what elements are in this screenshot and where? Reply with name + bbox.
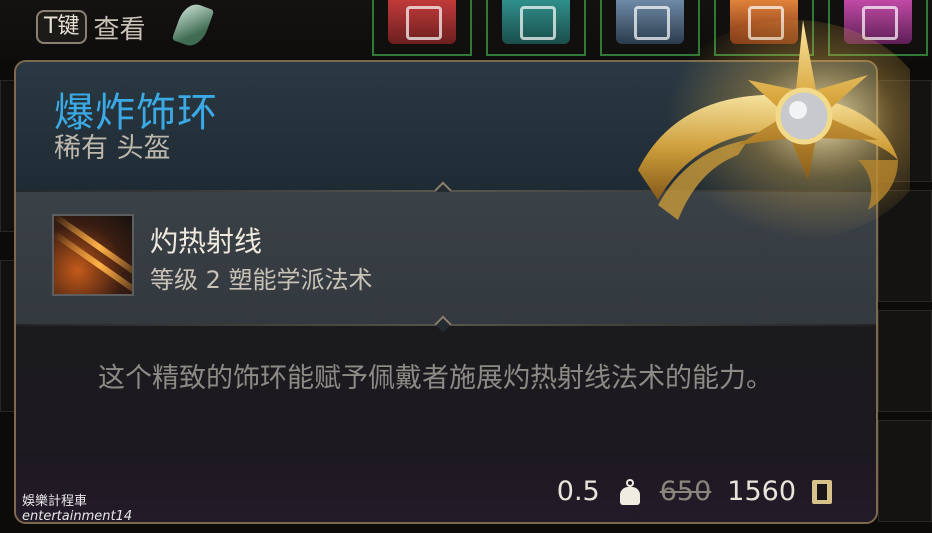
weight-value: 0.5	[556, 476, 600, 507]
scroll-slot-2[interactable]	[486, 0, 586, 56]
inspect-hint: T键 查看	[36, 10, 146, 45]
watermark-line-1: 娛樂計程車	[22, 494, 88, 509]
inspect-label: 查看	[93, 14, 146, 45]
scroll-icon	[388, 0, 456, 44]
item-rarity-type: 稀有 头盔	[54, 133, 171, 164]
price-value: 1560	[727, 476, 796, 507]
circlet-item-icon	[638, 20, 910, 240]
original-price: 650	[659, 476, 712, 507]
tooltip-footer: 0.5 650 1560	[16, 452, 876, 522]
divider	[16, 315, 876, 333]
right-inventory-slot[interactable]	[878, 310, 932, 412]
scroll-slot-1[interactable]	[372, 0, 472, 56]
watermark-line-2: entertainment14	[22, 509, 133, 524]
scroll-icon	[502, 0, 570, 44]
spell-level-school: 等级 2 塑能学派法术	[150, 266, 373, 294]
item-stats: 0.5 650 1560	[557, 476, 832, 507]
t-key-badge: T键	[36, 10, 88, 44]
spell-name: 灼热射线	[150, 225, 263, 258]
scorching-ray-icon	[52, 214, 134, 296]
right-inventory-slot[interactable]	[878, 420, 932, 522]
item-description: 这个精致的饰环能赋予佩戴者施展灼热射线法术的能力。	[98, 363, 773, 394]
watermark: 娛樂計程車 entertainment14	[22, 494, 132, 524]
weight-icon	[619, 478, 640, 505]
gold-coin-icon	[812, 479, 832, 504]
